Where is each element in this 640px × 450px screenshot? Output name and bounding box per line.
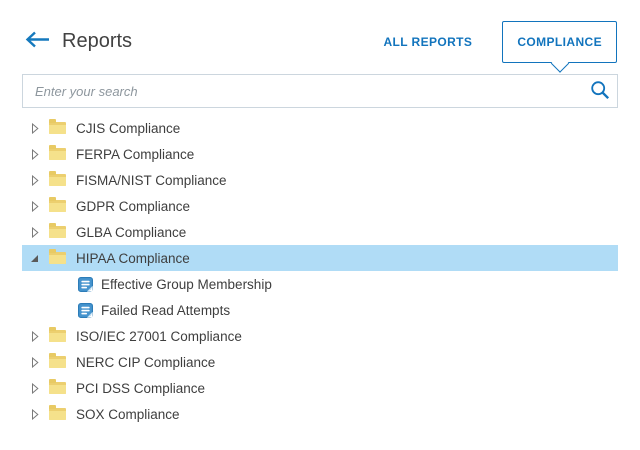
tree-item-label: ISO/IEC 27001 Compliance xyxy=(76,329,242,344)
tree-item-pci-dss[interactable]: PCI DSS Compliance xyxy=(22,375,618,401)
tree-item-label: Effective Group Membership xyxy=(101,277,272,292)
search-box xyxy=(22,74,618,108)
tree-item-effective-group-membership[interactable]: Effective Group Membership xyxy=(22,271,618,297)
chevron-right-icon[interactable] xyxy=(29,331,40,342)
tree-item-label: NERC CIP Compliance xyxy=(76,355,215,370)
search-input[interactable] xyxy=(23,75,583,107)
folder-icon xyxy=(49,330,66,342)
tab-compliance[interactable]: COMPLIANCE xyxy=(502,21,617,63)
search-button[interactable] xyxy=(583,75,617,107)
tree-item-label: GLBA Compliance xyxy=(76,225,186,240)
folder-icon xyxy=(49,356,66,368)
chevron-right-icon[interactable] xyxy=(29,409,40,420)
tree-item-label: Failed Read Attempts xyxy=(101,303,230,318)
tree-item-label: GDPR Compliance xyxy=(76,199,190,214)
page-title: Reports xyxy=(62,30,132,53)
chevron-right-icon[interactable] xyxy=(29,201,40,212)
folder-icon xyxy=(49,174,66,186)
tree-item-label: PCI DSS Compliance xyxy=(76,381,205,396)
search-icon xyxy=(590,80,610,103)
folder-icon xyxy=(49,252,66,264)
report-tree: CJIS Compliance FERPA Compliance FISMA/N… xyxy=(22,115,618,427)
chevron-right-icon[interactable] xyxy=(29,123,40,134)
chevron-right-icon[interactable] xyxy=(29,357,40,368)
header: Reports ALL REPORTS COMPLIANCE xyxy=(0,0,640,74)
tab-compliance-label: COMPLIANCE xyxy=(517,35,602,49)
tree-item-cjis[interactable]: CJIS Compliance xyxy=(22,115,618,141)
tree-item-sox[interactable]: SOX Compliance xyxy=(22,401,618,427)
tab-selected-caret xyxy=(550,54,568,72)
folder-icon xyxy=(49,408,66,420)
back-button[interactable] xyxy=(24,33,50,51)
tree-item-iso-iec-27001[interactable]: ISO/IEC 27001 Compliance xyxy=(22,323,618,349)
chevron-expanded-icon[interactable] xyxy=(29,254,40,263)
tree-item-fisma-nist[interactable]: FISMA/NIST Compliance xyxy=(22,167,618,193)
folder-icon xyxy=(49,382,66,394)
tree-item-label: SOX Compliance xyxy=(76,407,180,422)
chevron-right-icon[interactable] xyxy=(29,227,40,238)
report-icon xyxy=(78,277,93,292)
folder-icon xyxy=(49,122,66,134)
tree-item-label: FISMA/NIST Compliance xyxy=(76,173,227,188)
tree-item-gdpr[interactable]: GDPR Compliance xyxy=(22,193,618,219)
tree-item-nerc-cip[interactable]: NERC CIP Compliance xyxy=(22,349,618,375)
tab-all-reports[interactable]: ALL REPORTS xyxy=(383,35,472,49)
arrow-left-icon xyxy=(25,31,50,53)
tab-bar: ALL REPORTS COMPLIANCE xyxy=(383,21,617,63)
tree-item-glba[interactable]: GLBA Compliance xyxy=(22,219,618,245)
folder-icon xyxy=(49,200,66,212)
tree-item-label: FERPA Compliance xyxy=(76,147,194,162)
chevron-right-icon[interactable] xyxy=(29,149,40,160)
chevron-right-icon[interactable] xyxy=(29,383,40,394)
report-icon xyxy=(78,303,93,318)
chevron-right-icon[interactable] xyxy=(29,175,40,186)
tree-item-failed-read-attempts[interactable]: Failed Read Attempts xyxy=(22,297,618,323)
tree-item-label: CJIS Compliance xyxy=(76,121,180,136)
tree-item-ferpa[interactable]: FERPA Compliance xyxy=(22,141,618,167)
tree-item-label: HIPAA Compliance xyxy=(76,251,190,266)
tree-item-hipaa[interactable]: HIPAA Compliance xyxy=(22,245,618,271)
folder-icon xyxy=(49,148,66,160)
folder-icon xyxy=(49,226,66,238)
